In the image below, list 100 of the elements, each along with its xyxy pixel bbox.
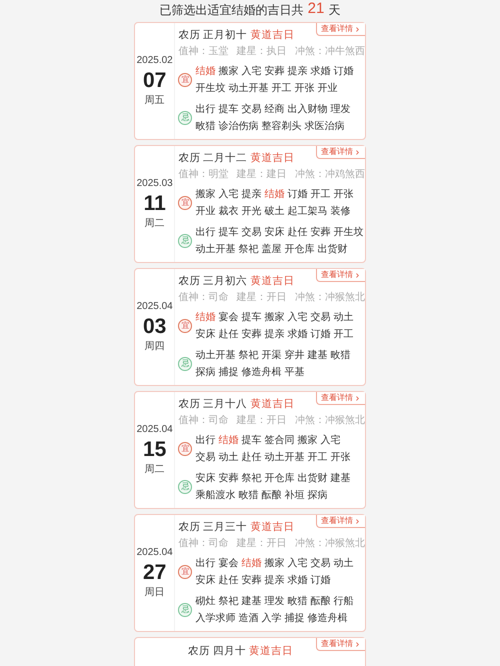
- day-info: 值神：玉堂 建星：执日 冲煞：冲牛煞西: [178, 44, 365, 59]
- activity-text: 宴会: [218, 310, 238, 325]
- weekday: 周二: [144, 217, 165, 231]
- activity-text: 开仓库: [264, 472, 294, 486]
- activity-text: 动土开基: [264, 450, 304, 465]
- activity-text: 动土: [333, 556, 354, 571]
- activity-text: 开渠: [261, 348, 282, 363]
- details-button[interactable]: 查看详情: [316, 392, 365, 405]
- activity-text: 装修: [330, 204, 350, 219]
- activity-text: 开张: [294, 82, 314, 96]
- activity-text: 开工: [271, 82, 292, 96]
- day-number: 03: [142, 314, 166, 340]
- activity-text: 搬家: [195, 188, 216, 202]
- result-summary: 已筛选出适宜结婚的吉日共: [160, 3, 304, 17]
- details-button[interactable]: 查看详情: [316, 23, 365, 36]
- activity-text: 求婚: [310, 64, 330, 79]
- details-button[interactable]: 查看详情: [316, 146, 365, 159]
- activity-text: 整容剃头: [261, 120, 302, 134]
- activity-text: 安葬: [310, 226, 330, 240]
- activity-text: 搬家: [264, 556, 284, 571]
- activity-text: 砌灶: [195, 594, 216, 609]
- activity-text: 建基: [241, 594, 262, 609]
- activity-text: 祭祀: [238, 348, 258, 363]
- activity-text: 捕捉: [218, 366, 238, 380]
- activity-text: 出货财: [297, 472, 328, 486]
- activity-text: 赴任: [218, 574, 238, 588]
- year-month: 2025.04: [136, 300, 173, 314]
- weekday: 周日: [144, 586, 165, 600]
- activity-text: 签合同: [264, 434, 294, 448]
- activity-text: 赴任: [241, 450, 262, 465]
- details-button[interactable]: 查看详情: [316, 638, 365, 651]
- activity-text: 畋猎: [287, 594, 308, 609]
- activity-text: 交易: [195, 450, 216, 465]
- activity-text: 安床: [264, 226, 284, 240]
- activity-text: 行船: [333, 595, 354, 609]
- lunar-date: 农历 四月十: [188, 644, 246, 659]
- year-month: 2025.04: [136, 423, 173, 437]
- details-button[interactable]: 查看详情: [316, 515, 365, 528]
- day-number: 11: [144, 191, 166, 217]
- activity-text: 入学求师: [195, 612, 236, 626]
- activity-text: 安床: [195, 574, 216, 588]
- activity-text: 结婚: [241, 556, 262, 571]
- activity-text: 祭祀: [218, 594, 238, 609]
- auspicious-tag: 黄道吉日: [250, 397, 294, 413]
- activity-text: 畋猎: [195, 120, 216, 134]
- activity-text: 出行: [195, 556, 216, 571]
- avoid-badge: 忌: [178, 234, 192, 248]
- activity-text: 出行: [195, 434, 216, 448]
- activity-text: 开生坟: [195, 82, 226, 96]
- activity-text: 开仓库: [284, 242, 314, 257]
- activity-text: 造酒: [238, 612, 258, 626]
- weekday: 周五: [144, 94, 165, 108]
- activity-text: 结婚: [218, 434, 238, 448]
- chevron-right-icon: [354, 394, 361, 402]
- activity-text: 求婚: [287, 328, 308, 342]
- day-info: 值神：司命 建星：开日 冲煞：冲猴煞北: [178, 414, 365, 428]
- activity-text: 探病: [195, 366, 216, 380]
- activity-text: 盖屋: [261, 242, 282, 257]
- lunar-date: 农历 三月三十: [178, 520, 248, 536]
- day-number: 27: [142, 560, 166, 586]
- chevron-right-icon: [354, 518, 361, 524]
- activity-text: 搬家: [218, 64, 238, 79]
- auspicious-tag: 黄道吉日: [250, 520, 294, 536]
- activity-text: 穿井: [284, 348, 304, 363]
- activity-text: 开工: [310, 188, 330, 202]
- details-button[interactable]: 查看详情: [316, 269, 365, 282]
- avoid-badge: 忌: [178, 357, 192, 371]
- activity-text: 结婚: [195, 310, 216, 325]
- activity-text: 提车: [241, 310, 262, 325]
- activity-text: 开张: [333, 188, 354, 202]
- suitable-badge: 宜: [178, 565, 192, 579]
- activity-text: 宴会: [218, 556, 238, 571]
- activity-text: 酝酿: [261, 488, 282, 503]
- activity-text: 订婚: [333, 65, 354, 79]
- activity-text: 入宅: [218, 188, 238, 202]
- activity-text: 交易: [310, 310, 330, 325]
- activity-text: 订婚: [310, 574, 330, 588]
- activity-text: 破土: [264, 204, 284, 219]
- activity-text: 求婚: [287, 574, 308, 588]
- avoid-badge: 忌: [178, 111, 192, 125]
- day-number: 07: [142, 68, 166, 94]
- activity-text: 出行: [195, 226, 216, 240]
- day-info: 值神：司命 建星：开日 冲煞：冲猴煞北: [178, 290, 365, 305]
- activity-text: 乘船渡水: [195, 488, 236, 503]
- activity-text: 提车: [241, 434, 262, 448]
- activity-text: 畋猎: [330, 348, 350, 363]
- lunar-date: 农历 正月初十: [178, 28, 248, 44]
- weekday: 周四: [144, 340, 165, 354]
- activity-text: 提车: [218, 102, 238, 117]
- activity-text: 建基: [307, 348, 328, 363]
- activity-text: 诊治伤病: [218, 120, 258, 134]
- avoid-badge: 忌: [178, 480, 192, 494]
- activity-text: 补垣: [284, 488, 304, 503]
- day-info: 值神：司命 建星：开日 冲煞：冲猴煞北: [178, 536, 365, 551]
- chevron-right-icon: [354, 26, 361, 32]
- result-unit: 天: [328, 3, 340, 17]
- activity-text: 动土: [333, 310, 354, 325]
- suitable-badge: 宜: [178, 319, 192, 333]
- activity-text: 安床: [195, 472, 216, 486]
- day-info: 值神：明堂 建星：建日 冲煞：冲鸡煞西: [178, 168, 365, 182]
